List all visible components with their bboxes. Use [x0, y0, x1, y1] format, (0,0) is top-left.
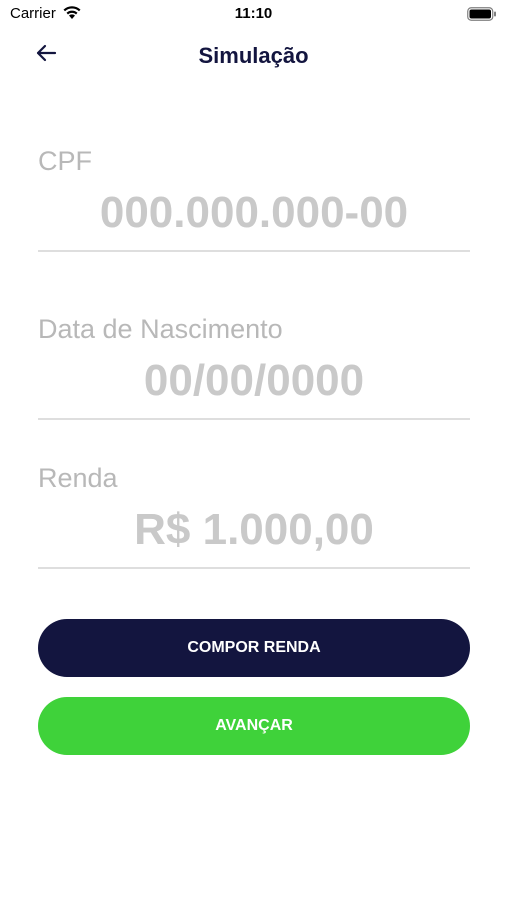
income-divider [38, 567, 470, 569]
status-bar: Carrier 11:10 [0, 0, 507, 30]
battery-icon [467, 7, 497, 21]
status-time: 11:10 [234, 5, 273, 22]
birthdate-label: Data de Nascimento [38, 314, 283, 344]
avancar-button[interactable]: AVANÇAR [38, 697, 470, 755]
income-label: Renda [38, 463, 118, 493]
income-input[interactable] [38, 505, 470, 555]
cpf-label: CPF [38, 146, 92, 176]
compor-renda-button[interactable]: COMPOR RENDA [38, 619, 470, 677]
income-field: Renda [38, 463, 470, 571]
birthdate-input[interactable] [38, 356, 470, 406]
cpf-field: CPF [38, 146, 470, 254]
birthdate-field: Data de Nascimento [38, 314, 470, 422]
cpf-input[interactable] [38, 188, 470, 238]
page-title: Simulação [198, 43, 309, 68]
navigation-bar: Simulação [0, 30, 507, 80]
cpf-divider [38, 250, 470, 252]
birthdate-divider [38, 418, 470, 420]
simulacao-screen: Carrier 11:10 Simulação CPF 000.000.000-… [0, 0, 507, 900]
